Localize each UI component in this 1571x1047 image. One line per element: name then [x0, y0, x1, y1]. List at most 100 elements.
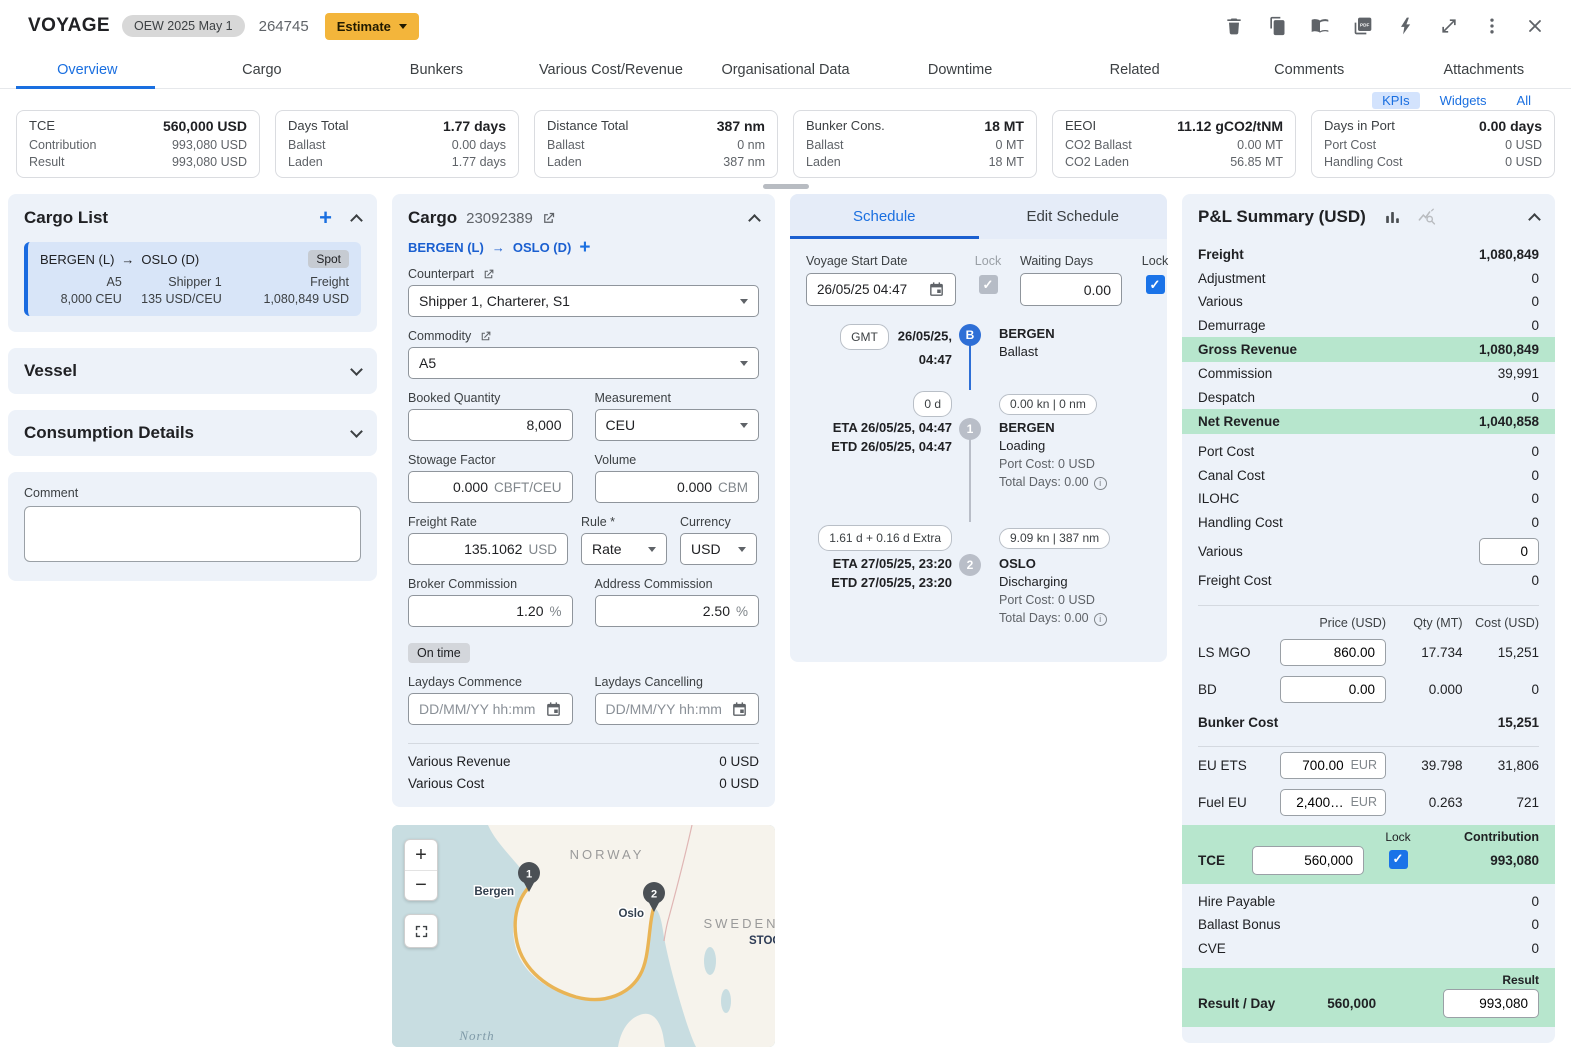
collapse-icon[interactable]: [1528, 213, 1541, 226]
cargo-id: 23092389: [466, 210, 533, 227]
laydays-cancelling-input[interactable]: [606, 701, 724, 717]
expand-section-icon[interactable]: [350, 425, 363, 438]
duplicate-icon[interactable]: [1267, 16, 1287, 36]
result-label: Result: [1198, 973, 1539, 989]
booked-quantity-label: Booked Quantity: [408, 391, 500, 405]
calendar-icon[interactable]: [920, 281, 945, 298]
view-toggle-all[interactable]: All: [1507, 92, 1541, 109]
flash-icon[interactable]: [1396, 16, 1416, 36]
add-cargo-icon[interactable]: +: [319, 209, 332, 227]
collapse-icon[interactable]: [748, 214, 761, 227]
broker-commission-input[interactable]: [419, 603, 543, 619]
cargo-counterparty: Shipper 1: [122, 275, 222, 289]
tab-organisational-data[interactable]: Organisational Data: [698, 52, 873, 88]
leg-speed-distance-pill: 9.09 kn | 387 nm: [999, 528, 1110, 549]
pnl-label: ILOHC: [1198, 491, 1239, 506]
cargo-list-item[interactable]: BERGEN (L) → OSLO (D) Spot A5 Shipper 1 …: [24, 242, 361, 316]
app-header: VOYAGE OEW 2025 May 1 264745 Estimate PD…: [0, 0, 1571, 52]
bar-chart-icon[interactable]: [1383, 208, 1402, 227]
more-menu-icon[interactable]: [1482, 16, 1502, 36]
tab-cargo[interactable]: Cargo: [175, 52, 350, 88]
currency-select[interactable]: USD: [680, 533, 757, 565]
commodity-select[interactable]: A5: [408, 347, 759, 379]
map-zoom-out-button[interactable]: −: [405, 870, 437, 900]
emission-row: Fuel EU EUR 0.263 721: [1182, 784, 1555, 821]
kpi-sub-value: 18 MT: [989, 155, 1024, 169]
result-input[interactable]: [1452, 995, 1530, 1012]
info-icon[interactable]: i: [1094, 613, 1107, 626]
emission-price-input[interactable]: [1289, 794, 1346, 811]
drag-handle[interactable]: [763, 184, 809, 189]
waiting-days-lock-checkbox[interactable]: ✓: [1146, 275, 1165, 294]
calendar-icon[interactable]: [537, 701, 562, 718]
stowage-factor-input[interactable]: [419, 479, 488, 495]
tce-input[interactable]: [1261, 852, 1355, 869]
tab-overview[interactable]: Overview: [0, 52, 175, 88]
tab-downtime[interactable]: Downtime: [873, 52, 1048, 88]
rule-select[interactable]: Rate: [581, 533, 667, 565]
bunker-price-input[interactable]: [1289, 644, 1377, 661]
tab-bunkers[interactable]: Bunkers: [349, 52, 524, 88]
kpi-title: Days Total: [288, 118, 348, 134]
timeline-node-2[interactable]: 2: [959, 554, 981, 576]
tce-lock-checkbox[interactable]: ✓: [1389, 850, 1408, 869]
start-activity: Ballast: [999, 344, 1151, 359]
estimate-button[interactable]: Estimate: [325, 13, 419, 40]
tab-comments[interactable]: Comments: [1222, 52, 1397, 88]
svg-text:1: 1: [526, 869, 532, 881]
address-commission-input[interactable]: [606, 603, 730, 619]
bunker-price-input[interactable]: [1289, 681, 1377, 698]
booked-quantity-input[interactable]: [419, 417, 562, 433]
open-counterpart-icon[interactable]: [482, 268, 495, 281]
pnl-label: Commission: [1198, 366, 1272, 381]
calendar-icon[interactable]: [723, 701, 748, 718]
emission-price-input[interactable]: [1289, 757, 1346, 774]
view-toggle-kpis[interactable]: KPIs: [1372, 92, 1419, 109]
close-icon[interactable]: [1525, 16, 1545, 36]
map-label-oslo: Oslo: [618, 908, 644, 920]
volume-input[interactable]: [606, 479, 713, 495]
laydays-commence-input[interactable]: [419, 701, 537, 717]
add-port-icon[interactable]: +: [579, 241, 590, 255]
delete-icon[interactable]: [1224, 16, 1244, 36]
freight-rate-input[interactable]: [419, 541, 522, 557]
timeline-node-1[interactable]: 1: [959, 418, 981, 440]
counterpart-select[interactable]: Shipper 1, Charterer, S1: [408, 285, 759, 317]
collapse-icon[interactable]: [350, 214, 363, 227]
route-map[interactable]: NORWAY SWEDEN STOC Bergen Oslo North Sea…: [392, 825, 775, 1047]
waiting-days-input[interactable]: [1031, 282, 1111, 298]
schedule-tabs: Schedule Edit Schedule: [790, 194, 1167, 239]
view-toggle-widgets[interactable]: Widgets: [1430, 92, 1497, 109]
tab-various-cost-revenue[interactable]: Various Cost/Revenue: [524, 52, 699, 88]
map-label-sweden: SWEDEN: [703, 916, 775, 931]
open-commodity-icon[interactable]: [479, 330, 492, 343]
fullscreen-icon: [413, 923, 430, 940]
comment-input[interactable]: [24, 506, 361, 562]
map-zoom-in-button[interactable]: +: [405, 840, 437, 870]
open-cargo-icon[interactable]: [541, 211, 556, 226]
route-link-load[interactable]: BERGEN (L): [408, 240, 484, 255]
lock-label: Lock: [1137, 254, 1173, 268]
broker-commission-unit: %: [549, 604, 561, 619]
svg-text:PDF: PDF: [1360, 22, 1369, 27]
timeline-node-start[interactable]: B: [959, 324, 981, 346]
emission-price-unit: EUR: [1351, 795, 1377, 809]
tab-schedule[interactable]: Schedule: [790, 194, 979, 239]
book-icon[interactable]: [1310, 16, 1330, 36]
route-link-discharge[interactable]: OSLO (D): [513, 240, 572, 255]
measurement-select[interactable]: CEU: [595, 409, 760, 441]
pnl-various-input[interactable]: [1488, 543, 1530, 560]
tab-attachments[interactable]: Attachments: [1397, 52, 1571, 88]
expand-icon[interactable]: [1439, 16, 1459, 36]
export-pdf-icon[interactable]: PDF: [1353, 16, 1373, 36]
voyage-start-date-input[interactable]: [817, 282, 920, 297]
voyage-start-lock-checkbox[interactable]: ✓: [979, 275, 998, 294]
tab-related[interactable]: Related: [1047, 52, 1222, 88]
rule-value: Rate: [592, 541, 622, 557]
info-icon[interactable]: i: [1094, 477, 1107, 490]
map-fullscreen-button[interactable]: [404, 914, 438, 948]
line-chart-icon[interactable]: [1417, 208, 1436, 227]
expand-section-icon[interactable]: [350, 363, 363, 376]
timezone-pill[interactable]: GMT: [840, 324, 889, 350]
tab-edit-schedule[interactable]: Edit Schedule: [979, 194, 1168, 239]
